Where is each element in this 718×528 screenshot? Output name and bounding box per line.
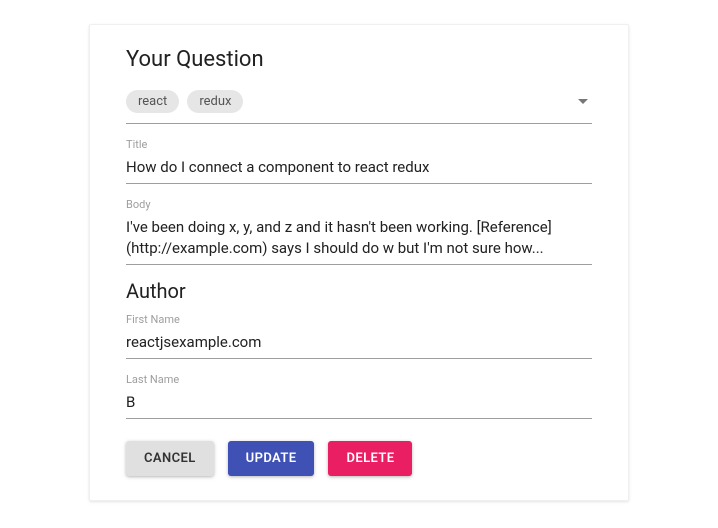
delete-button[interactable]: Delete: [328, 441, 412, 476]
tags-chips: react redux: [126, 90, 243, 113]
label-last-name: Last Name: [126, 373, 592, 386]
chip-tag[interactable]: react: [126, 90, 179, 113]
chip-tag[interactable]: redux: [187, 90, 243, 113]
label-title: Title: [126, 138, 592, 151]
update-button[interactable]: Update: [228, 441, 315, 476]
question-form-card: Your Question react redux Title Body I'v…: [89, 24, 629, 501]
button-row: Cancel Update Delete: [126, 441, 592, 476]
chevron-down-icon[interactable]: [578, 99, 588, 104]
cancel-button[interactable]: Cancel: [126, 441, 214, 476]
field-first-name: First Name: [126, 313, 592, 359]
input-title[interactable]: [126, 155, 592, 184]
heading-question: Your Question: [126, 47, 592, 72]
label-body: Body: [126, 198, 592, 211]
field-title: Title: [126, 138, 592, 184]
input-first-name[interactable]: [126, 330, 592, 359]
input-last-name[interactable]: [126, 390, 592, 419]
label-first-name: First Name: [126, 313, 592, 326]
field-body: Body I've been doing x, y, and z and it …: [126, 198, 592, 265]
heading-author: Author: [126, 279, 592, 303]
tags-select[interactable]: react redux: [126, 90, 592, 124]
input-body[interactable]: I've been doing x, y, and z and it hasn'…: [126, 215, 592, 265]
field-last-name: Last Name: [126, 373, 592, 419]
